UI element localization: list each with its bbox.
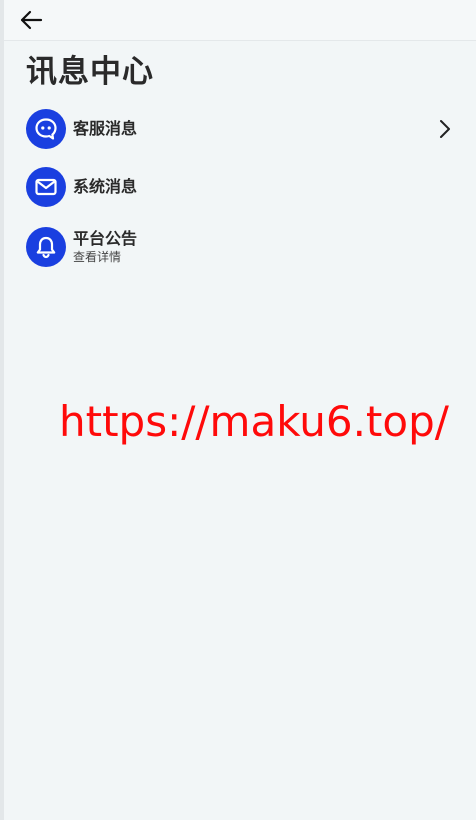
chevron-right-icon bbox=[434, 118, 456, 140]
bell-icon-badge bbox=[26, 227, 66, 267]
chatbot-icon-badge bbox=[26, 109, 66, 149]
watermark-url: https://maku6.top/ bbox=[59, 397, 449, 446]
back-button[interactable] bbox=[16, 6, 46, 34]
message-item-system[interactable]: 系统消息 bbox=[26, 167, 456, 207]
mail-icon-badge bbox=[26, 167, 66, 207]
page-title: 讯息中心 bbox=[26, 54, 154, 90]
chatbot-icon bbox=[35, 118, 57, 140]
message-item-announcement[interactable]: 平台公告 查看详情 bbox=[26, 227, 456, 267]
message-item-subtitle: 查看详情 bbox=[73, 250, 122, 264]
message-item-label: 客服消息 bbox=[73, 119, 138, 138]
message-item-label: 平台公告 bbox=[73, 229, 138, 248]
left-edge-divider bbox=[0, 0, 4, 820]
mail-icon bbox=[35, 178, 57, 196]
arrow-left-icon bbox=[20, 10, 43, 30]
message-item-label: 系统消息 bbox=[73, 177, 138, 196]
message-item-customer-service[interactable]: 客服消息 bbox=[26, 109, 456, 149]
bell-icon bbox=[36, 236, 56, 259]
top-bar bbox=[4, 0, 476, 41]
